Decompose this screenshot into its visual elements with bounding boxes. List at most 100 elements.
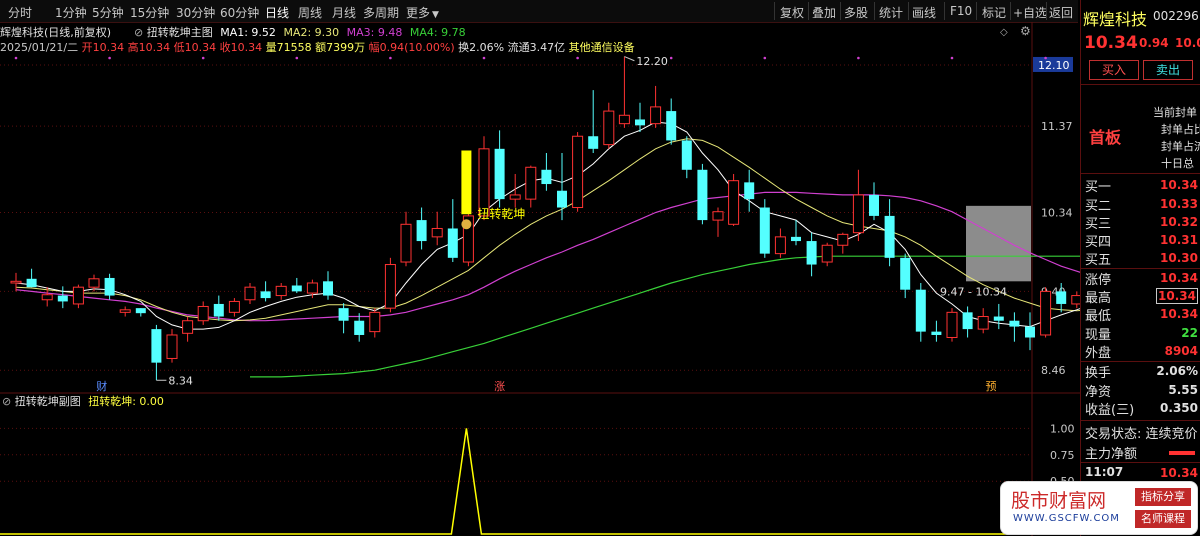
candle-body bbox=[666, 111, 677, 141]
candle-body bbox=[182, 320, 194, 334]
candle-body bbox=[1009, 320, 1020, 327]
dot-marker bbox=[14, 56, 18, 60]
candle-body bbox=[306, 282, 318, 294]
candle-body bbox=[541, 169, 552, 185]
candle-body bbox=[837, 233, 849, 246]
quote-panel: 辉煌科技 002296 10.34 0.94 10.00% 买入 卖出 首板 当… bbox=[1080, 0, 1200, 536]
candle-body bbox=[369, 311, 381, 333]
candle-body bbox=[931, 331, 942, 335]
seal-note-4: 十日总 bbox=[1161, 157, 1194, 170]
candle-body bbox=[681, 140, 692, 170]
projection-box bbox=[966, 205, 1031, 282]
candle-body bbox=[650, 106, 662, 125]
candle-body bbox=[119, 309, 131, 313]
current-volume-value: 22 bbox=[1181, 326, 1198, 340]
bid-4-label: 买四 bbox=[1085, 235, 1112, 250]
quote-change: 0.94 bbox=[1139, 36, 1169, 50]
watermark-title: 股市财富网 bbox=[1011, 490, 1107, 512]
candle-body bbox=[572, 135, 584, 209]
event-marker: 财 bbox=[96, 379, 107, 393]
candle-body bbox=[869, 194, 879, 216]
net-asset-value: 5.55 bbox=[1168, 383, 1198, 397]
kline-chart[interactable]: 12.1011.3710.349.408.46扭转乾坤12.208.349.47… bbox=[0, 0, 1080, 536]
limit-up-value: 10.34 bbox=[1160, 271, 1198, 285]
event-marker: 涨 bbox=[494, 380, 505, 393]
candle-body bbox=[135, 308, 146, 314]
bid-2-label: 买二 bbox=[1085, 199, 1112, 214]
candle-body bbox=[88, 278, 100, 288]
candle-body bbox=[72, 286, 84, 305]
candle-body bbox=[228, 300, 240, 313]
candle-body bbox=[712, 211, 724, 221]
signal-coin-icon bbox=[461, 219, 472, 230]
candle-body bbox=[41, 294, 53, 301]
bid-5-label: 买五 bbox=[1085, 253, 1112, 268]
bid-1-label: 买一 bbox=[1085, 180, 1112, 195]
high-pointer bbox=[624, 56, 635, 62]
tick-price: 10.34 bbox=[1160, 466, 1198, 480]
sub-y-tick-label: 1.00 bbox=[1050, 422, 1075, 435]
candle-body bbox=[774, 236, 786, 255]
net-asset-label: 净资 bbox=[1085, 385, 1112, 400]
y-tick-label: 8.46 bbox=[1041, 364, 1066, 377]
seal-note-1: 当前封单 bbox=[1153, 106, 1197, 119]
y-tick-label: 11.37 bbox=[1041, 120, 1073, 133]
candle-body bbox=[884, 215, 895, 258]
candle-body bbox=[10, 280, 22, 284]
candle-body bbox=[400, 223, 412, 263]
bid-3-label: 买三 bbox=[1085, 217, 1112, 232]
dot-marker bbox=[1044, 56, 1047, 60]
low-annotation: 8.34 bbox=[168, 374, 193, 387]
candle-body bbox=[806, 241, 817, 265]
dot-marker bbox=[201, 56, 205, 60]
candle-body bbox=[791, 236, 801, 242]
candle-body bbox=[993, 316, 1004, 321]
net-inflow-label: 主力净额 bbox=[1085, 447, 1138, 462]
gear-icon[interactable]: ⚙ bbox=[1020, 24, 1031, 38]
eps-value: 0.350 bbox=[1160, 401, 1198, 415]
candle-body bbox=[852, 194, 864, 234]
watermark-logo: 股市财富网 WWW.GSCFW.COM 指标分享 名师课程 bbox=[1000, 481, 1198, 535]
candle-body bbox=[151, 329, 162, 363]
tick-time: 11:07 bbox=[1085, 465, 1124, 479]
sub-indicator-name[interactable]: 扭转乾坤副图 bbox=[15, 395, 81, 408]
seal-note-3: 封单占流 bbox=[1161, 140, 1200, 153]
sub-toggle-icon[interactable]: ⊘ bbox=[2, 395, 11, 408]
sell-button[interactable]: 卖出 bbox=[1143, 60, 1193, 80]
eps-label: 收益(三) bbox=[1085, 403, 1135, 418]
buy-button[interactable]: 买入 bbox=[1089, 60, 1139, 80]
dot-marker bbox=[482, 56, 486, 60]
outer-volume-value: 8904 bbox=[1164, 344, 1198, 358]
candle-body bbox=[1056, 291, 1067, 304]
quote-pct: 10.00% bbox=[1175, 36, 1200, 50]
sub-indicator-legend: ⊘ 扭转乾坤副图 扭转乾坤: 0.00 bbox=[2, 393, 164, 409]
turnover-label: 换手 bbox=[1085, 366, 1112, 381]
candle-body bbox=[821, 244, 833, 263]
high-value: 10.34 bbox=[1156, 288, 1198, 304]
high-annotation: 12.20 bbox=[636, 55, 668, 68]
event-marker: 预 bbox=[986, 380, 997, 393]
quote-stock-name: 辉煌科技 bbox=[1083, 10, 1148, 29]
candle-body bbox=[603, 110, 615, 146]
candle-body bbox=[509, 194, 521, 200]
candle-body bbox=[291, 285, 302, 292]
candle-body bbox=[338, 308, 349, 321]
candle-body bbox=[1025, 326, 1035, 338]
candle-body bbox=[416, 220, 427, 242]
watermark-url: WWW.GSCFW.COM bbox=[1013, 513, 1120, 524]
low-value: 10.34 bbox=[1160, 307, 1198, 321]
quote-price: 10.34 bbox=[1084, 33, 1138, 53]
outer-volume-label: 外盘 bbox=[1085, 346, 1112, 361]
net-inflow-bar bbox=[1169, 451, 1195, 455]
diamond-icon[interactable]: ◇ bbox=[1000, 27, 1008, 38]
y-tick-label: 10.34 bbox=[1041, 207, 1073, 220]
bid-2-price: 10.33 bbox=[1160, 197, 1198, 211]
dot-marker bbox=[295, 56, 299, 60]
candle-body bbox=[431, 227, 443, 238]
dot-marker bbox=[763, 56, 767, 60]
candle-body bbox=[478, 148, 490, 217]
limit-up-label: 涨停 bbox=[1085, 273, 1112, 288]
candle-body bbox=[728, 180, 740, 225]
dot-marker bbox=[389, 56, 392, 60]
candle-body bbox=[744, 182, 755, 200]
